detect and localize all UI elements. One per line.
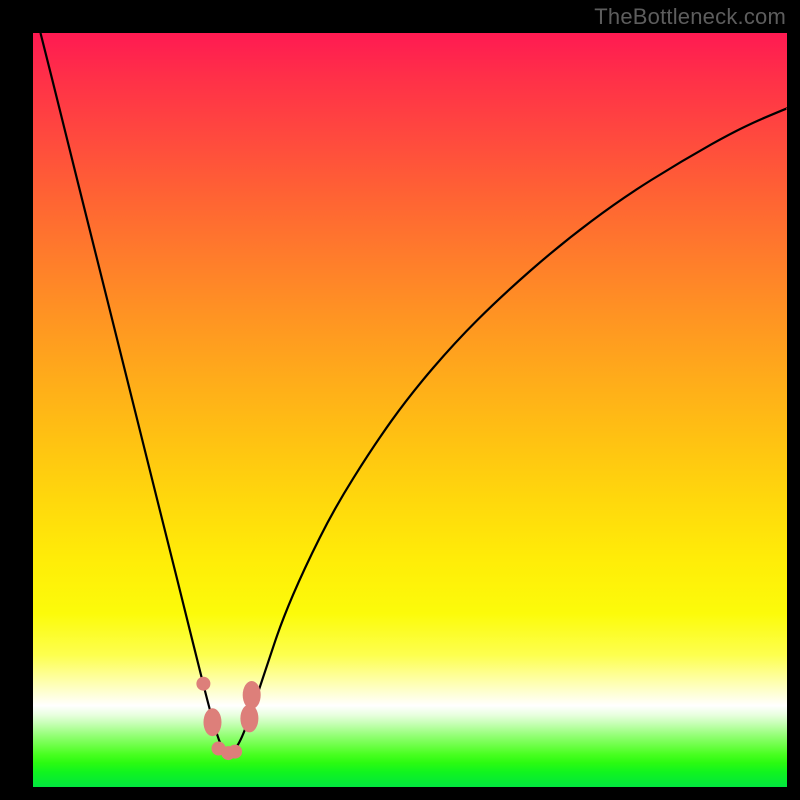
data-markers <box>33 33 787 787</box>
chart-frame: TheBottleneck.com <box>0 0 800 800</box>
plot-area <box>33 33 787 787</box>
watermark-text: TheBottleneck.com <box>594 4 786 30</box>
